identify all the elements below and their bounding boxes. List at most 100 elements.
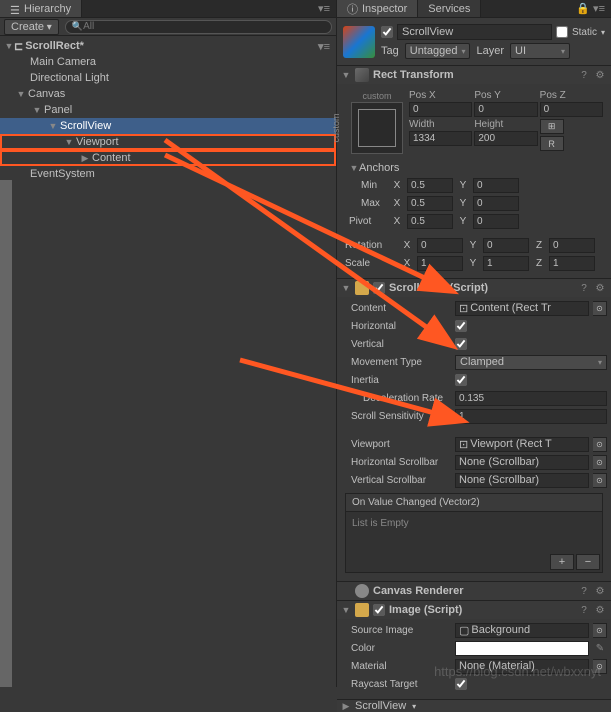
hscroll-picker[interactable]: ⊙ xyxy=(593,455,607,470)
movement-dropdown[interactable]: Clamped xyxy=(455,355,607,370)
help-icon[interactable]: ? xyxy=(577,584,591,598)
material-picker[interactable]: ⊙ xyxy=(593,659,607,674)
hierarchy-tab[interactable]: ☰ Hierarchy xyxy=(0,0,82,17)
height-input[interactable] xyxy=(474,131,537,146)
tag-label: Tag xyxy=(381,45,399,57)
foldout-icon[interactable]: ▼ xyxy=(16,89,26,99)
tree-item-main-camera[interactable]: Main Camera xyxy=(0,54,336,70)
pivot-x[interactable] xyxy=(407,214,453,229)
inspector-lock-icon[interactable]: 🔒 ▾≡ xyxy=(570,0,611,17)
scene-opts-icon[interactable]: ▾≡ xyxy=(318,40,330,53)
rot-z[interactable] xyxy=(549,238,595,253)
help-icon[interactable]: ? xyxy=(577,68,591,82)
scale-z[interactable] xyxy=(549,256,595,271)
posy-input[interactable] xyxy=(474,102,537,117)
anchors-foldout[interactable]: ▼Anchors xyxy=(341,160,607,176)
tree-item-eventsystem[interactable]: EventSystem xyxy=(0,166,336,182)
gear-icon[interactable]: ⚙ xyxy=(593,68,607,82)
gear-icon[interactable]: ⚙ xyxy=(593,281,607,295)
eyedropper-icon[interactable]: ✎ xyxy=(593,643,607,654)
deceleration-input[interactable] xyxy=(455,391,607,406)
gear-icon[interactable]: ⚙ xyxy=(593,603,607,617)
canvas-renderer-header[interactable]: ▼ Canvas Renderer ?⚙ xyxy=(337,582,611,600)
foldout-icon[interactable]: ▼ xyxy=(4,41,14,51)
static-label: Static xyxy=(572,27,597,38)
scroll-rect-title: Scroll Rect (Script) xyxy=(389,282,573,294)
scene-row[interactable]: ▼ ⊏ ScrollRect* ▾≡ xyxy=(0,38,336,54)
services-tab-label: Services xyxy=(428,3,470,15)
hierarchy-tree: ▼ ⊏ ScrollRect* ▾≡ Main Camera Direction… xyxy=(0,36,336,184)
material-header[interactable]: ▶ ScrollView ▾ xyxy=(337,700,611,712)
vertical-toggle[interactable] xyxy=(455,338,467,350)
hierarchy-options-icon[interactable]: ▾≡ xyxy=(312,0,336,17)
rect-transform-header[interactable]: ▼ Rect Transform ? ⚙ xyxy=(337,66,611,84)
source-picker[interactable]: ⊙ xyxy=(593,623,607,638)
gameobject-active-toggle[interactable] xyxy=(381,26,393,38)
hscroll-field[interactable]: None (Scrollbar) xyxy=(455,455,589,470)
hierarchy-search-input[interactable] xyxy=(83,21,325,32)
material-field[interactable]: None (Material) xyxy=(455,659,589,674)
image-enable-toggle[interactable] xyxy=(373,604,385,616)
component-scroll-rect: ▼ Scroll Rect (Script) ?⚙ Content⊡Conten… xyxy=(337,279,611,582)
raycast-toggle[interactable] xyxy=(455,678,467,690)
foldout-icon[interactable]: ▶ xyxy=(80,153,90,164)
scroll-rect-header[interactable]: ▼ Scroll Rect (Script) ?⚙ xyxy=(337,279,611,297)
tag-dropdown[interactable]: Untagged xyxy=(405,43,471,59)
pivot-y[interactable] xyxy=(473,214,519,229)
blueprint-button[interactable]: ⊞ xyxy=(540,119,564,134)
rect-transform-title: Rect Transform xyxy=(373,69,573,81)
posz-input[interactable] xyxy=(540,102,603,117)
event-add-button[interactable]: + xyxy=(550,554,574,570)
static-toggle[interactable] xyxy=(556,26,568,38)
horizontal-toggle[interactable] xyxy=(455,320,467,332)
raw-edit-button[interactable]: R xyxy=(540,136,564,151)
anchor-min-y[interactable] xyxy=(473,178,519,193)
width-input[interactable] xyxy=(409,131,472,146)
scroll-rect-enable-toggle[interactable] xyxy=(373,282,385,294)
scene-icon: ⊏ xyxy=(14,40,23,53)
layer-dropdown[interactable]: UI xyxy=(510,43,570,59)
tree-item-content[interactable]: ▶Content xyxy=(0,150,336,166)
tree-item-scrollview[interactable]: ▼ScrollView xyxy=(0,118,336,134)
source-image-field[interactable]: ▢Background xyxy=(455,623,589,638)
rot-y[interactable] xyxy=(483,238,529,253)
vscroll-picker[interactable]: ⊙ xyxy=(593,473,607,488)
services-tab[interactable]: Services xyxy=(418,0,481,17)
tree-item-directional-light[interactable]: Directional Light xyxy=(0,70,336,86)
anchor-min-x[interactable] xyxy=(407,178,453,193)
foldout-icon[interactable]: ▼ xyxy=(32,105,42,115)
foldout-icon[interactable]: ▼ xyxy=(64,137,74,147)
hierarchy-tab-label: Hierarchy xyxy=(24,3,71,15)
create-button[interactable]: Create ▾ xyxy=(4,19,59,35)
image-header[interactable]: ▼ Image (Script) ?⚙ xyxy=(337,601,611,619)
tree-item-panel[interactable]: ▼Panel xyxy=(0,102,336,118)
viewport-field[interactable]: ⊡Viewport (Rect T xyxy=(455,437,589,452)
inspector-tab[interactable]: ⓘ Inspector xyxy=(337,0,418,17)
rect-transform-icon xyxy=(355,68,369,82)
anchor-preset-button[interactable]: custom custom xyxy=(351,102,403,154)
static-dropdown-icon[interactable]: ▾ xyxy=(601,28,605,37)
sensitivity-input[interactable] xyxy=(455,409,607,424)
help-icon[interactable]: ? xyxy=(577,603,591,617)
posx-input[interactable] xyxy=(409,102,472,117)
anchor-max-x[interactable] xyxy=(407,196,453,211)
scale-x[interactable] xyxy=(417,256,463,271)
gameobject-name-input[interactable] xyxy=(397,24,552,40)
viewport-picker[interactable]: ⊙ xyxy=(593,437,607,452)
tree-item-viewport[interactable]: ▼Viewport xyxy=(0,134,336,150)
gear-icon[interactable]: ⚙ xyxy=(593,584,607,598)
inertia-toggle[interactable] xyxy=(455,374,467,386)
rot-x[interactable] xyxy=(417,238,463,253)
foldout-icon[interactable]: ▼ xyxy=(48,121,58,131)
scale-y[interactable] xyxy=(483,256,529,271)
inspector-tab-label: Inspector xyxy=(362,3,407,15)
tree-item-canvas[interactable]: ▼Canvas xyxy=(0,86,336,102)
content-picker[interactable]: ⊙ xyxy=(593,301,607,316)
vscroll-field[interactable]: None (Scrollbar) xyxy=(455,473,589,488)
event-remove-button[interactable]: − xyxy=(576,554,600,570)
color-field[interactable] xyxy=(455,641,589,656)
help-icon[interactable]: ? xyxy=(577,281,591,295)
anchor-max-y[interactable] xyxy=(473,196,519,211)
hierarchy-search[interactable]: 🔍 xyxy=(65,20,332,34)
content-field[interactable]: ⊡Content (Rect Tr xyxy=(455,301,589,316)
